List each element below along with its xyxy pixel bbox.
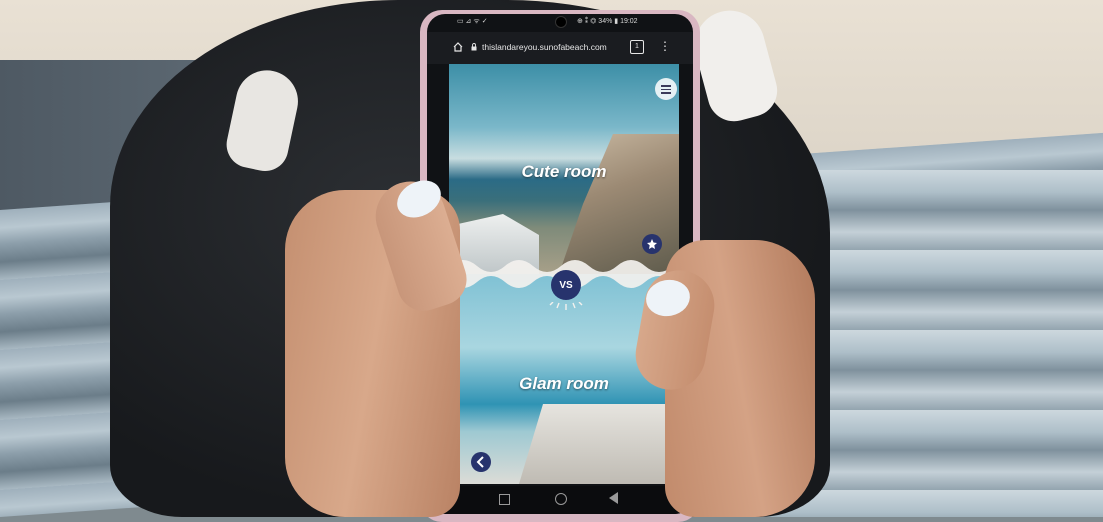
- daybed: [519, 404, 679, 484]
- vs-rays: [549, 302, 583, 310]
- recents-square-icon[interactable]: [499, 494, 510, 505]
- tabs-icon[interactable]: 1: [630, 40, 644, 54]
- status-battery-time: ⊕ ⁑ ⏣ 34% ▮ 19:02: [577, 18, 638, 25]
- home-icon[interactable]: [453, 42, 463, 52]
- hamburger-menu-icon[interactable]: [655, 78, 677, 100]
- phone-screen: ▭ ⊿ ᯤ ✓ ⊕ ⁑ ⏣ 34% ▮ 19:02 thislandareyou…: [427, 14, 693, 514]
- star-badge-icon[interactable]: [642, 234, 662, 254]
- home-circle-icon[interactable]: [555, 493, 567, 505]
- back-triangle-icon[interactable]: [609, 492, 618, 504]
- url-text[interactable]: thislandareyou.sunofabeach.com: [482, 42, 607, 52]
- vs-button[interactable]: VS: [551, 270, 581, 300]
- front-camera: [555, 16, 567, 28]
- status-icons-left: ▭ ⊿ ᯤ ✓: [457, 18, 488, 25]
- back-chevron-icon[interactable]: [471, 452, 491, 472]
- browser-address-bar[interactable]: thislandareyou.sunofabeach.com 1 ⋮: [427, 32, 693, 64]
- status-bar: ▭ ⊿ ᯤ ✓ ⊕ ⁑ ⏣ 34% ▮ 19:02: [427, 14, 693, 28]
- cute-room-label: Cute room: [521, 162, 607, 181]
- more-menu-icon[interactable]: ⋮: [659, 40, 671, 52]
- webpage-content: Cute room Glam room VS: [449, 64, 679, 484]
- android-nav-bar: [427, 486, 693, 514]
- lock-icon: [471, 43, 477, 51]
